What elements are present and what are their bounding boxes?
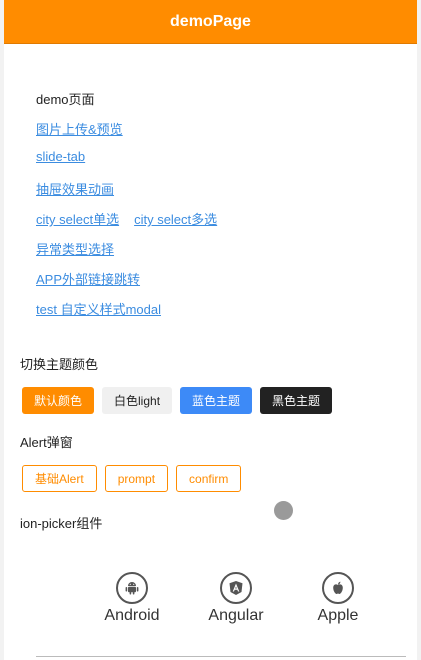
basic-alert-button[interactable]: 基础Alert	[22, 465, 97, 492]
segment-divider	[36, 656, 406, 657]
dark-theme-button[interactable]: 黑色主题	[260, 387, 333, 414]
segment-apple[interactable]: Apple	[288, 568, 388, 656]
header-bar: demoPage	[4, 0, 417, 44]
alert-section-label: Alert弹窗	[20, 435, 73, 450]
segment-android[interactable]: Android	[82, 568, 182, 656]
demo-links: 图片上传&预览 slide-tab 抽屉效果动画 city select单选 c…	[36, 119, 217, 329]
city-select-multi-link[interactable]: city select多选	[134, 209, 217, 239]
page-title: demoPage	[170, 12, 251, 30]
city-select-single-link[interactable]: city select单选	[36, 209, 119, 239]
confirm-button[interactable]: confirm	[176, 465, 242, 492]
theme-section-label: 切换主题颜色	[20, 357, 99, 372]
app-container: demoPage demo页面 图片上传&预览 slide-tab 抽屉效果动画…	[4, 0, 417, 660]
drawer-animation-link[interactable]: 抽屉效果动画	[36, 179, 114, 209]
segment-android-label: Android	[104, 607, 160, 624]
alert-buttons: 基础Alert prompt confirm	[22, 465, 242, 492]
apple-icon	[322, 572, 354, 604]
error-type-select-link[interactable]: 异常类型选择	[36, 239, 114, 269]
segment-angular-label: Angular	[208, 607, 264, 624]
default-theme-button[interactable]: 默认颜色	[22, 387, 95, 414]
segment-apple-label: Apple	[317, 607, 359, 624]
segment-angular[interactable]: Angular	[186, 568, 286, 656]
slide-tab-link[interactable]: slide-tab	[36, 149, 85, 179]
light-theme-button[interactable]: 白色light	[102, 387, 173, 414]
theme-buttons: 默认颜色 白色light 蓝色主题 黑色主题	[22, 387, 333, 414]
app-external-link[interactable]: APP外部链接跳转	[36, 269, 140, 299]
picker-section-label: ion-picker组件	[20, 516, 103, 531]
platform-segment: Android Angular Apple	[36, 568, 406, 660]
image-upload-link[interactable]: 图片上传&预览	[36, 119, 123, 149]
angular-icon	[220, 572, 252, 604]
touch-indicator	[274, 501, 293, 520]
android-icon	[116, 572, 148, 604]
demo-section-title: demo页面	[36, 92, 95, 107]
prompt-button[interactable]: prompt	[104, 465, 169, 492]
custom-modal-link[interactable]: test 自定义样式modal	[36, 299, 161, 329]
blue-theme-button[interactable]: 蓝色主题	[180, 387, 253, 414]
